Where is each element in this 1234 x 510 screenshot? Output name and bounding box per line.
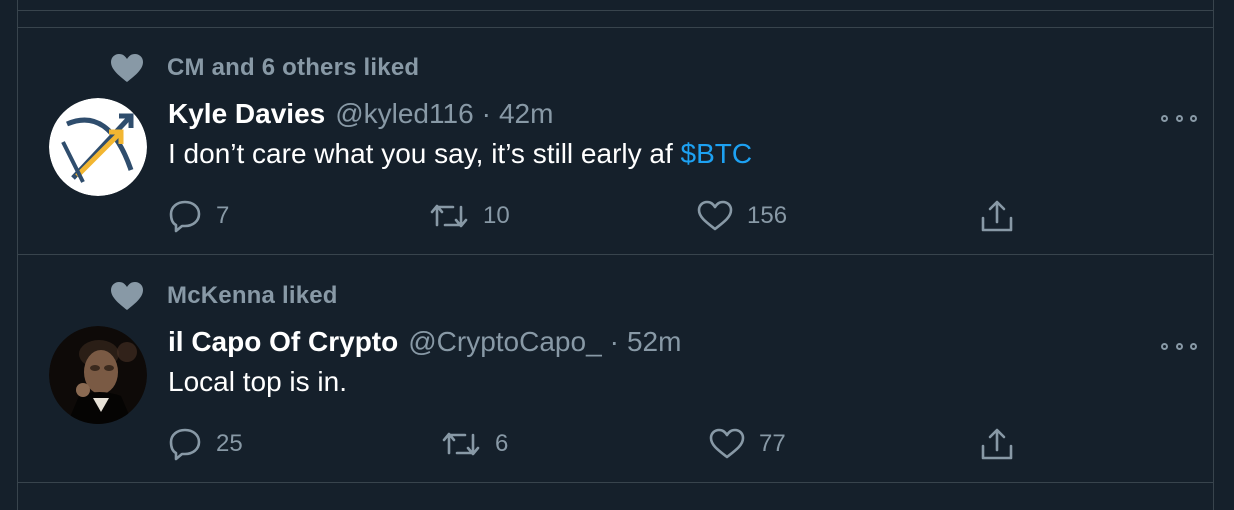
like-button[interactable]: 77 bbox=[709, 424, 786, 464]
retweet-count: 10 bbox=[483, 202, 510, 229]
tweet-card[interactable]: CM and 6 others liked Kyle Davies @kyled… bbox=[18, 28, 1213, 254]
share-button[interactable] bbox=[979, 424, 1015, 464]
share-icon bbox=[979, 198, 1015, 234]
divider bbox=[18, 254, 1213, 255]
reply-icon bbox=[168, 427, 202, 461]
retweet-icon bbox=[441, 429, 481, 459]
reply-button[interactable]: 7 bbox=[168, 196, 229, 236]
reply-icon bbox=[168, 199, 202, 233]
heart-outline-icon bbox=[709, 428, 745, 460]
timestamp[interactable]: 52m bbox=[627, 326, 681, 358]
heart-outline-icon bbox=[697, 200, 733, 232]
reply-button[interactable]: 25 bbox=[168, 424, 243, 464]
cashtag-link[interactable]: $BTC bbox=[681, 138, 753, 169]
more-options-button[interactable] bbox=[1161, 336, 1197, 356]
tweet-text-content: I don’t care what you say, it’s still ea… bbox=[168, 138, 681, 169]
avatar[interactable] bbox=[49, 326, 147, 424]
retweet-icon bbox=[429, 201, 469, 231]
share-icon bbox=[979, 426, 1015, 462]
divider bbox=[18, 10, 1213, 11]
tweet-actions: 7 10 156 bbox=[18, 196, 1213, 236]
display-name[interactable]: Kyle Davies bbox=[168, 98, 325, 130]
like-button[interactable]: 156 bbox=[697, 196, 787, 236]
divider bbox=[18, 482, 1213, 483]
dot-icon bbox=[1190, 342, 1197, 350]
tweet-text: I don’t care what you say, it’s still ea… bbox=[168, 138, 752, 170]
dot-icon bbox=[1161, 114, 1168, 122]
avatar[interactable] bbox=[49, 98, 147, 196]
like-count: 156 bbox=[747, 202, 788, 229]
user-handle[interactable]: @kyled116 bbox=[335, 98, 473, 130]
timeline: CM and 6 others liked Kyle Davies @kyled… bbox=[17, 0, 1214, 510]
share-button[interactable] bbox=[979, 196, 1015, 236]
tweet-text: Local top is in. bbox=[168, 366, 347, 398]
more-options-button[interactable] bbox=[1161, 108, 1197, 128]
tweet-card[interactable]: McKenna liked il Capo Of Crypto @CryptoC… bbox=[18, 256, 1213, 482]
separator: · bbox=[609, 326, 619, 357]
user-handle[interactable]: @CryptoCapo_ bbox=[408, 326, 601, 358]
retweet-button[interactable]: 10 bbox=[429, 196, 510, 236]
retweet-button[interactable]: 6 bbox=[441, 424, 508, 464]
dot-icon bbox=[1190, 114, 1197, 122]
social-context: McKenna liked bbox=[109, 280, 338, 312]
display-name[interactable]: il Capo Of Crypto bbox=[168, 326, 398, 358]
social-context-label: McKenna liked bbox=[167, 282, 338, 309]
separator: · bbox=[481, 98, 491, 129]
tweet-text-content: Local top is in. bbox=[168, 366, 347, 397]
heart-filled-icon bbox=[109, 280, 145, 312]
retweet-count: 6 bbox=[495, 430, 509, 457]
dot-icon bbox=[1175, 114, 1183, 122]
timestamp[interactable]: 42m bbox=[499, 98, 553, 130]
dot-icon bbox=[1161, 342, 1168, 350]
dot-icon bbox=[1175, 342, 1183, 350]
tweet-actions: 25 6 77 bbox=[18, 424, 1213, 464]
like-count: 77 bbox=[759, 430, 786, 457]
heart-filled-icon bbox=[109, 52, 145, 84]
reply-count: 25 bbox=[216, 430, 243, 457]
tweet-header: Kyle Davies @kyled116 · 42m bbox=[168, 98, 553, 134]
reply-count: 7 bbox=[216, 202, 230, 229]
social-context: CM and 6 others liked bbox=[109, 52, 419, 84]
tweet-header: il Capo Of Crypto @CryptoCapo_ · 52m bbox=[168, 326, 681, 362]
social-context-label: CM and 6 others liked bbox=[167, 54, 420, 81]
